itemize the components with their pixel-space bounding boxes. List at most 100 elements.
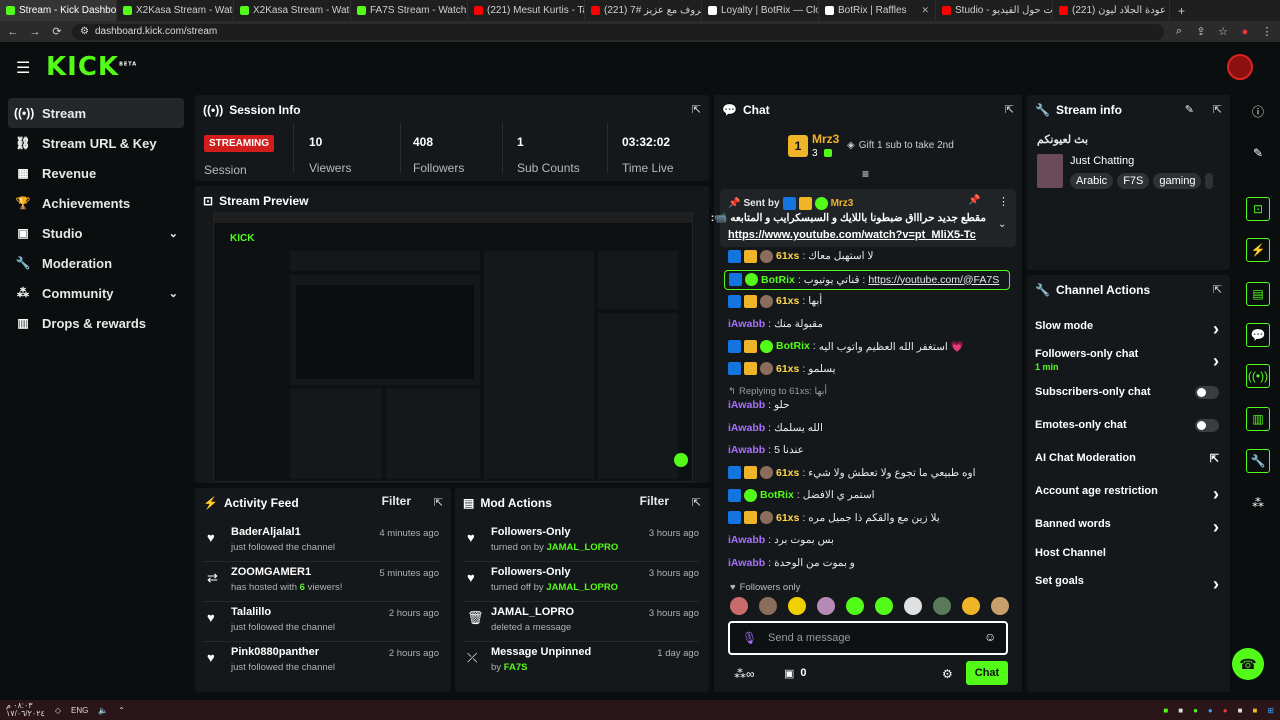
- help-chat-icon[interactable]: ☎: [1232, 648, 1264, 680]
- toggle-switch[interactable]: [1195, 419, 1219, 432]
- site-info-icon[interactable]: ⚙: [80, 26, 89, 37]
- browser-tab[interactable]: (221) عودة الجلاد ليون …✕: [1053, 0, 1170, 21]
- chevron-down-icon[interactable]: ≡: [862, 167, 869, 181]
- new-tab-icon[interactable]: +: [1170, 4, 1193, 18]
- extension-icon[interactable]: ●: [1238, 26, 1252, 38]
- community-icon[interactable]: ⁂: [1246, 491, 1270, 515]
- sidebar-item-drops-rewards[interactable]: ▥ Drops & rewards: [8, 308, 184, 338]
- kick-logo[interactable]: KICKBETA: [46, 52, 137, 82]
- channel-points[interactable]: ▣ 0: [784, 667, 807, 680]
- edit-icon[interactable]: ✎: [1185, 103, 1194, 116]
- gift-sub-cta[interactable]: ◈ Gift 1 sub to take 2nd: [847, 140, 954, 151]
- close-icon[interactable]: ✕: [921, 5, 929, 16]
- chat-username[interactable]: 61xs: [776, 467, 799, 479]
- activity-username[interactable]: BaderAljalal1: [231, 526, 301, 538]
- emote-icon[interactable]: [846, 597, 864, 615]
- channel-action-ai-chat-moderation[interactable]: AI Chat Moderation ⇱: [1035, 452, 1219, 482]
- info-icon[interactable]: ⓘ: [1246, 99, 1270, 123]
- browser-tab[interactable]: X2Kasa Stream - Watch Live o✕: [117, 0, 234, 21]
- emote-icon[interactable]: [991, 597, 1009, 615]
- chat-username[interactable]: BotRix: [760, 489, 794, 501]
- emote-icon[interactable]: [730, 597, 748, 615]
- app-icon[interactable]: ■: [1163, 706, 1168, 715]
- browser-tab[interactable]: X2Kasa Stream - Watch Live o✕: [234, 0, 351, 21]
- mod-action-actor[interactable]: JAMAL_LOPRO: [546, 542, 618, 553]
- chevron-up-icon[interactable]: ⌃: [118, 706, 125, 715]
- channel-action-followers-only-chat[interactable]: Followers-only chat 1 min ›: [1035, 348, 1219, 378]
- app-icon[interactable]: ●: [1193, 706, 1198, 715]
- tag-chip[interactable]: F7S: [1117, 173, 1150, 189]
- chat-username[interactable]: 61xs: [776, 250, 799, 262]
- chat-username[interactable]: iAwabb: [728, 557, 765, 569]
- activity-username[interactable]: Pink0880panther: [231, 646, 319, 658]
- chat-username[interactable]: BotRix: [761, 274, 795, 286]
- chat-message[interactable]: iAwabb: الله يسلمك: [728, 419, 1012, 437]
- browser-tab[interactable]: Stream - Kick Dashboard✕: [0, 0, 117, 21]
- chat-message[interactable]: BotRix: استمر ي الافضل: [728, 486, 1012, 504]
- pencil-icon[interactable]: ✎: [1246, 141, 1270, 165]
- sidebar-item-community[interactable]: ⁂ Community ⌄: [8, 278, 184, 308]
- chat-username[interactable]: iAwabb: [728, 318, 765, 330]
- browser-tab[interactable]: BotRix | Raffles ✕: [819, 0, 936, 21]
- emote-icon[interactable]: [904, 597, 922, 615]
- share-icon[interactable]: ⇪: [1194, 25, 1208, 38]
- emoji-icon[interactable]: ☺: [984, 630, 996, 644]
- channel-action-slow-mode[interactable]: Slow mode ›: [1035, 319, 1219, 350]
- chat-message[interactable]: 61xs: يسلمو: [728, 360, 1012, 378]
- chevron-down-icon[interactable]: ⌄: [998, 219, 1006, 230]
- pinned-message[interactable]: 📌 Sent by Mrz3 📌 ⋮ مقطع جديد حراااق ضبطو…: [711, 189, 1016, 247]
- popout-icon[interactable]: ⇱: [692, 103, 701, 116]
- app-icon[interactable]: ⊞: [1267, 706, 1274, 715]
- chat-message[interactable]: BotRix: استغفر الله العظيم واتوب اليه 💗: [728, 337, 1012, 355]
- chat-message[interactable]: 61xs: لا استهبل معاك: [728, 247, 1012, 265]
- app-icon[interactable]: ■: [1178, 706, 1183, 715]
- emote-icon[interactable]: [759, 597, 777, 615]
- gifter-name[interactable]: Mrz3: [812, 132, 839, 146]
- chat-username[interactable]: 61xs: [776, 363, 799, 375]
- popout-icon[interactable]: ⇱: [1005, 103, 1014, 116]
- popout-icon[interactable]: ⇱: [692, 496, 701, 509]
- chat-input[interactable]: 🎙 Send a message ☺: [728, 621, 1008, 655]
- channel-action-subscribers-only-chat[interactable]: Subscribers-only chat: [1035, 386, 1219, 416]
- mod-filter-button[interactable]: Filter: [640, 494, 669, 508]
- chat-message[interactable]: iAwabb: بس بموت برد: [728, 531, 1012, 549]
- emote-icon[interactable]: [933, 597, 951, 615]
- bookmark-star-icon[interactable]: ☆: [1216, 25, 1230, 38]
- app-icon[interactable]: ●: [1223, 706, 1228, 715]
- activity-filter-button[interactable]: Filter: [382, 494, 411, 508]
- chat-username[interactable]: BotRix: [776, 340, 810, 352]
- browser-tab[interactable]: FA7S Stream - Watch Live on✕: [351, 0, 468, 21]
- taskbar-lang[interactable]: ENG: [71, 706, 88, 715]
- chat-message[interactable]: iAwabb:5 عندنا: [728, 441, 1012, 459]
- browser-tab[interactable]: (221) Mesut Kurtis - Tabasson✕: [468, 0, 585, 21]
- chat-message[interactable]: BotRix: قناتي يوتيوب : https://youtube.co…: [724, 269, 1010, 290]
- chat-link[interactable]: https://youtube.com/@FA7S: [868, 274, 999, 286]
- app-icon[interactable]: ●: [1208, 706, 1213, 715]
- activity-username[interactable]: ZOOMGAMER1: [231, 566, 311, 578]
- emote-icon[interactable]: [875, 597, 893, 615]
- reload-icon[interactable]: ⟳: [50, 25, 64, 38]
- emote-icon[interactable]: [962, 597, 980, 615]
- tag-chip[interactable]: Arabic: [1070, 173, 1114, 189]
- app-icon[interactable]: ■: [1238, 706, 1243, 715]
- url-field[interactable]: ⚙ dashboard.kick.com/stream: [72, 23, 1164, 40]
- sidebar-item-achievements[interactable]: 🏆 Achievements: [8, 188, 184, 218]
- mod-action-actor[interactable]: FA7S: [504, 662, 528, 673]
- points-icon[interactable]: ⁂∞: [734, 667, 755, 681]
- channel-action-account-age-restriction[interactable]: Account age restriction ›: [1035, 484, 1219, 515]
- signal-icon[interactable]: ((•)): [1246, 364, 1270, 388]
- menu-icon[interactable]: ☰: [16, 58, 30, 78]
- sidebar-item-moderation[interactable]: 🔧 Moderation: [8, 248, 184, 278]
- chat-bubble-icon[interactable]: 💬: [1246, 323, 1270, 347]
- channel-action-set-goals[interactable]: Set goals ›: [1035, 574, 1219, 605]
- channel-action-emotes-only-chat[interactable]: Emotes-only chat: [1035, 419, 1219, 449]
- mod-action-actor[interactable]: JAMAL_LOPRO: [546, 582, 618, 593]
- sidebar-item-studio[interactable]: ▣ Studio ⌄: [8, 218, 184, 248]
- zoom-icon[interactable]: ⌕: [1172, 25, 1186, 38]
- back-icon[interactable]: ←: [6, 26, 20, 38]
- browser-tab[interactable]: Loyalty | BotRix — Cloud Stre✕: [702, 0, 819, 21]
- tag-chip[interactable]: gaming: [1153, 173, 1202, 189]
- chat-message[interactable]: 61xs: أبها: [728, 292, 1012, 310]
- more-options-icon[interactable]: ⋮: [998, 195, 1009, 208]
- chat-message[interactable]: 61xs: يلا زين مع والقكم ذا جميل مره: [728, 509, 1012, 527]
